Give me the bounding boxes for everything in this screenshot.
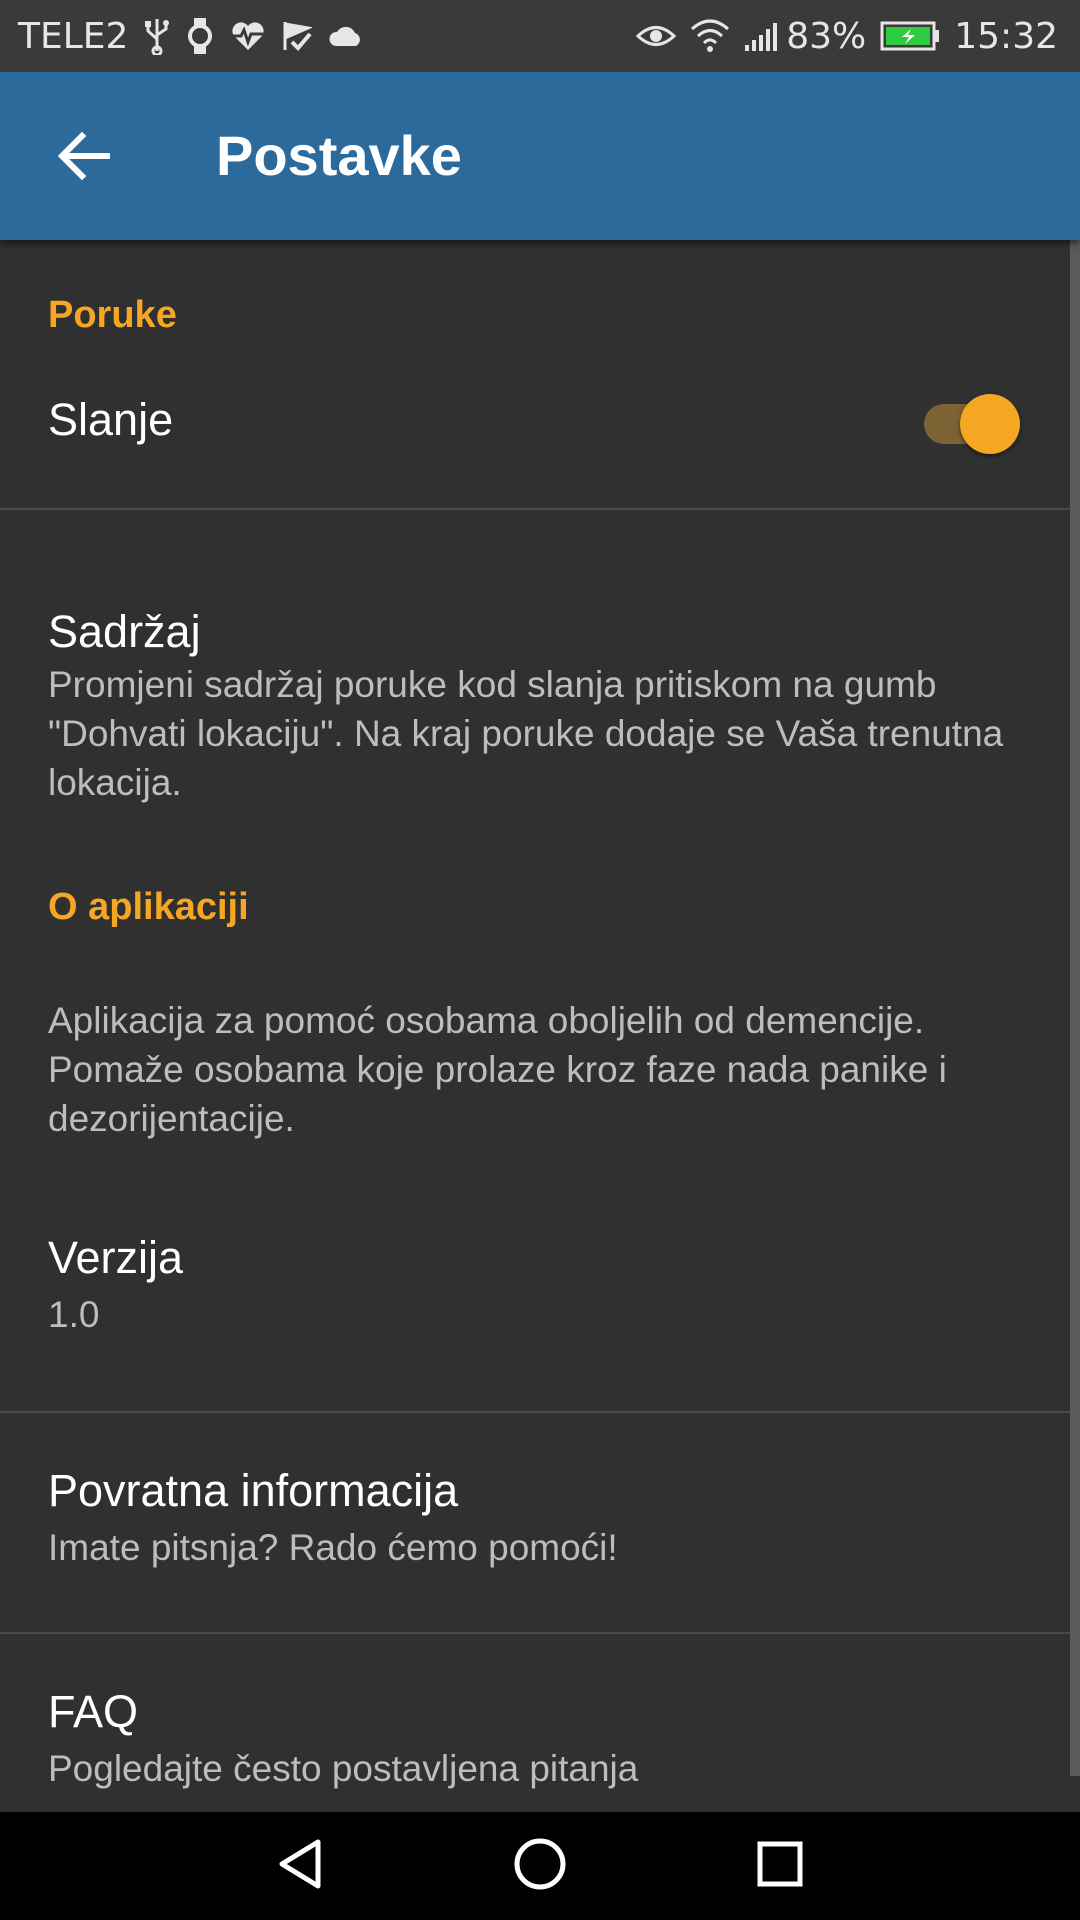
app-bar: Postavke — [0, 72, 1080, 240]
pref-summary-sadrzaj: Promjeni sadržaj poruke kod slanja priti… — [48, 664, 1004, 803]
usb-icon — [144, 17, 170, 55]
navigation-bar — [0, 1812, 1080, 1920]
pref-row-slanje[interactable]: Slanje — [0, 350, 1070, 508]
recents-square-icon — [756, 1840, 804, 1893]
category-header-o-aplikaciji: O aplikaciji — [48, 886, 249, 928]
heart-rate-icon — [230, 20, 266, 52]
app-description: Aplikacija za pomoć osobama oboljelih od… — [48, 1000, 947, 1139]
nav-recents-button[interactable] — [740, 1826, 820, 1906]
switch-thumb — [960, 394, 1020, 454]
battery-percent: 83% — [786, 15, 867, 57]
pref-title-faq: FAQ — [48, 1686, 139, 1737]
battery-charging-icon — [880, 21, 940, 51]
pref-summary-faq: Pogledajte često postavljena pitanja — [48, 1748, 639, 1789]
pref-title-verzija: Verzija — [48, 1232, 184, 1283]
status-right: 83% 15:32 — [636, 0, 1058, 72]
carrier-label: TELE2 — [18, 15, 129, 57]
nav-home-button[interactable] — [500, 1826, 580, 1906]
nav-back-button[interactable] — [260, 1826, 340, 1906]
clock: 15:32 — [954, 15, 1058, 57]
pref-row-povratna-informacija[interactable]: Povratna informacija Imate pitsnja? Rado… — [0, 1413, 1070, 1631]
status-bar: TELE2 83% 15:32 — [0, 0, 1080, 72]
pref-row-sadrzaj[interactable]: Sadržaj Promjeni sadržaj poruke kod slan… — [0, 510, 1070, 1050]
pref-title-slanje: Slanje — [48, 394, 174, 445]
settings-list[interactable]: Poruke Slanje Sadržaj Promjeni sadržaj p… — [0, 240, 1080, 1812]
pref-summary-verzija: 1.0 — [48, 1294, 100, 1335]
page-title: Postavke — [216, 124, 462, 187]
scrollbar[interactable] — [1070, 240, 1080, 1776]
back-triangle-icon — [276, 1838, 324, 1895]
status-left: TELE2 — [18, 0, 364, 72]
pref-row-faq[interactable]: FAQ Pogledajte često postavljena pitanja — [0, 1634, 1070, 1812]
arrow-back-icon — [57, 131, 111, 185]
back-button[interactable] — [44, 118, 124, 198]
watch-icon — [186, 17, 214, 55]
pref-summary-povratna-informacija: Imate pitsnja? Rado ćemo pomoći! — [48, 1527, 618, 1568]
cloud-icon — [328, 24, 364, 48]
signal-icon — [744, 21, 780, 51]
home-circle-icon — [513, 1837, 567, 1896]
pref-row-verzija[interactable]: Verzija 1.0 — [0, 1220, 1070, 1410]
check-flag-icon — [282, 20, 313, 52]
category-header-poruke: Poruke — [48, 294, 177, 336]
pref-title-povratna-informacija: Povratna informacija — [48, 1465, 459, 1516]
pref-title-sadrzaj: Sadržaj — [48, 606, 201, 657]
slanje-toggle[interactable] — [924, 394, 1024, 454]
wifi-icon — [690, 19, 730, 53]
eye-icon — [636, 21, 677, 51]
